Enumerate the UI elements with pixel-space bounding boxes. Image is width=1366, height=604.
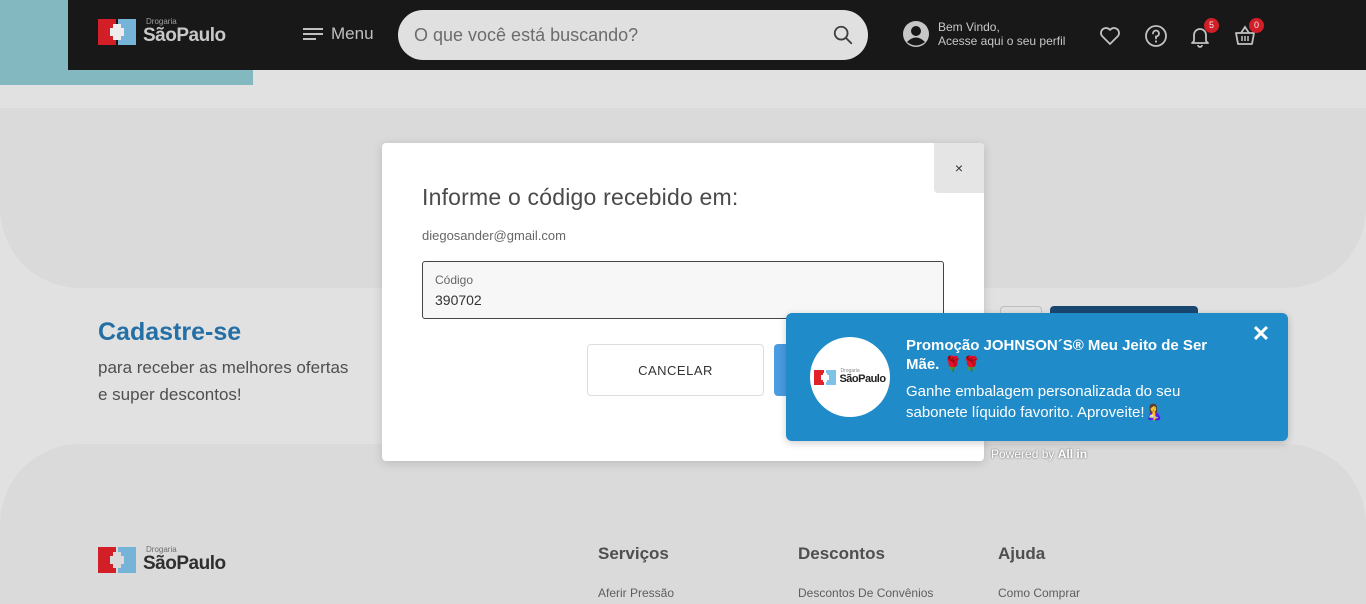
- powered-by-brand: All in: [1057, 447, 1088, 461]
- powered-by[interactable]: Powered by All in: [991, 447, 1087, 461]
- modal-title: Informe o código recebido em:: [422, 184, 739, 210]
- powered-by-prefix: Powered by: [991, 447, 1055, 461]
- push-logo-big-text: SãoPaulo: [839, 373, 886, 385]
- push-title: Promoção JOHNSON´S® Meu Jeito de Ser Mãe…: [906, 337, 1208, 373]
- push-notification[interactable]: Drogaria SãoPaulo Promoção JOHNSON´S® Me…: [786, 313, 1288, 441]
- push-logo: Drogaria SãoPaulo: [810, 337, 890, 417]
- modal-close-button[interactable]: ×: [934, 143, 984, 193]
- push-close-button[interactable]: ✕: [1250, 323, 1272, 345]
- push-body: Ganhe embalagem personalizada do seu sab…: [906, 383, 1181, 421]
- code-input[interactable]: [435, 292, 925, 308]
- cancel-button[interactable]: CANCELAR: [587, 344, 764, 396]
- modal-email: diegosander@gmail.com: [422, 228, 566, 243]
- push-logo-cross-icon: [814, 369, 837, 385]
- code-field[interactable]: Código: [422, 261, 944, 319]
- code-field-label: Código: [435, 273, 474, 287]
